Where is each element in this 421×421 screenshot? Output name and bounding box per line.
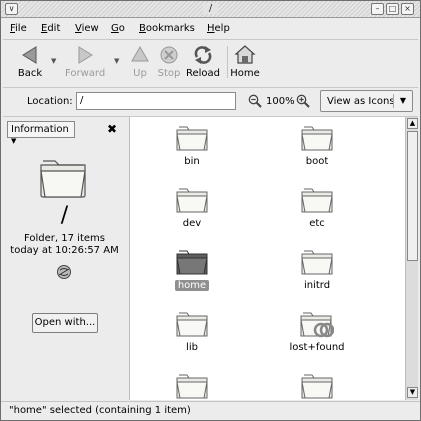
emblem-unreadable-icon [57,265,71,279]
home-label: Home [230,68,260,79]
back-label: Back [17,68,43,79]
file-name: lost+found [289,342,345,353]
side-pane: Information ▼ ✖ / Folder, 17 items today… [1,117,128,400]
folder-icon [40,160,86,198]
toolbar: Back ▼ Forward ▼ Up Stop Reload Home [1,40,420,88]
file-name: dev [182,218,202,229]
menu-file[interactable]: File [10,23,27,34]
zoom-in-icon[interactable] [296,94,310,108]
item-info-date: today at 10:26:57 AM [10,245,119,256]
file-item[interactable]: lib [142,309,242,353]
reload-label: Reload [185,68,221,79]
file-item[interactable]: bin [142,123,242,167]
folder-icon [176,374,208,399]
file-name: boot [305,156,329,167]
menu-bar: File Edit View Go Bookmarks Help [1,19,420,39]
file-item[interactable] [142,371,242,400]
stop-icon [160,46,178,64]
view-mode-select[interactable]: View as Icons ▼ [320,90,413,112]
location-input[interactable]: / [76,92,236,110]
status-bar: "home" selected (containing 1 item) [1,401,420,420]
zoom-level[interactable]: 100% [266,96,295,107]
file-name: lib [186,342,198,353]
back-button[interactable]: Back [10,44,50,79]
scroll-up-icon[interactable]: ▲ [407,118,418,129]
folder-icon [301,188,333,213]
vertical-scrollbar[interactable]: ▲ ▼ [405,117,418,400]
chevron-down-icon: ▼ [11,137,17,145]
arrow-right-icon [78,46,93,64]
folder-icon [301,250,333,275]
reload-icon [194,46,212,64]
menu-edit[interactable]: Edit [41,23,60,34]
file-name: etc [309,218,325,229]
menu-help[interactable]: Help [207,23,230,34]
folder-icon [176,250,208,275]
up-label: Up [133,68,147,79]
file-item[interactable]: boot [267,123,367,167]
selected-item-name: / [60,203,69,228]
menu-view[interactable]: View [75,23,99,34]
scroll-down-icon[interactable]: ▼ [407,387,418,398]
arrow-left-icon [22,46,37,64]
location-bar: Location: / 100% View as Icons ▼ [1,88,420,116]
folder-icon [301,374,333,399]
reload-button[interactable]: Reload [183,44,223,79]
stop-label: Stop [157,68,181,79]
item-info-summary: Folder, 17 items [24,233,105,244]
side-pane-selector-label: Information [11,124,69,135]
open-with-button[interactable]: Open with... [32,313,98,333]
home-icon [234,45,256,64]
file-browser-window: ∨ / – □ × File Edit View Go Bookmarks He… [0,0,421,421]
arrow-up-icon [131,45,149,62]
close-icon[interactable]: ✖ [107,122,117,136]
forward-label: Forward [65,68,106,79]
status-text: "home" selected (containing 1 item) [9,405,191,416]
back-history-chevron-icon[interactable]: ▼ [51,57,56,65]
maximize-button[interactable]: □ [386,3,399,15]
folder-icon [300,312,334,338]
file-item[interactable]: lost+found [267,309,367,353]
file-item[interactable]: etc [267,185,367,229]
location-label: Location: [27,96,73,107]
file-item[interactable]: dev [142,185,242,229]
folder-icon [176,188,208,213]
folder-icon [301,126,333,151]
chevron-down-icon: ▼ [399,96,406,105]
view-mode-divider [393,94,394,108]
window-title: / [1,3,420,14]
icon-view[interactable]: bin boot dev etc home initrd lib lost+fo… [129,117,405,400]
forward-button[interactable]: Forward [65,44,105,79]
file-item-selected[interactable]: home [142,247,242,291]
file-name: initrd [303,280,331,291]
folder-icon [176,312,208,337]
file-name: bin [184,156,200,167]
forward-history-chevron-icon[interactable]: ▼ [114,57,119,65]
minimize-button[interactable]: – [371,3,384,15]
title-bar[interactable]: ∨ / – □ × [1,1,420,18]
file-item[interactable] [267,371,367,400]
menu-bookmarks[interactable]: Bookmarks [139,23,195,34]
menu-go[interactable]: Go [111,23,125,34]
file-item[interactable]: initrd [267,247,367,291]
close-button[interactable]: × [401,3,414,15]
file-name: home [174,280,210,291]
view-mode-label: View as Icons [327,96,395,107]
side-pane-selector[interactable]: Information ▼ [7,121,75,145]
folder-icon [176,126,208,151]
home-button[interactable]: Home [225,44,265,79]
scrollbar-thumb[interactable] [407,131,418,261]
zoom-out-icon[interactable] [248,94,262,108]
